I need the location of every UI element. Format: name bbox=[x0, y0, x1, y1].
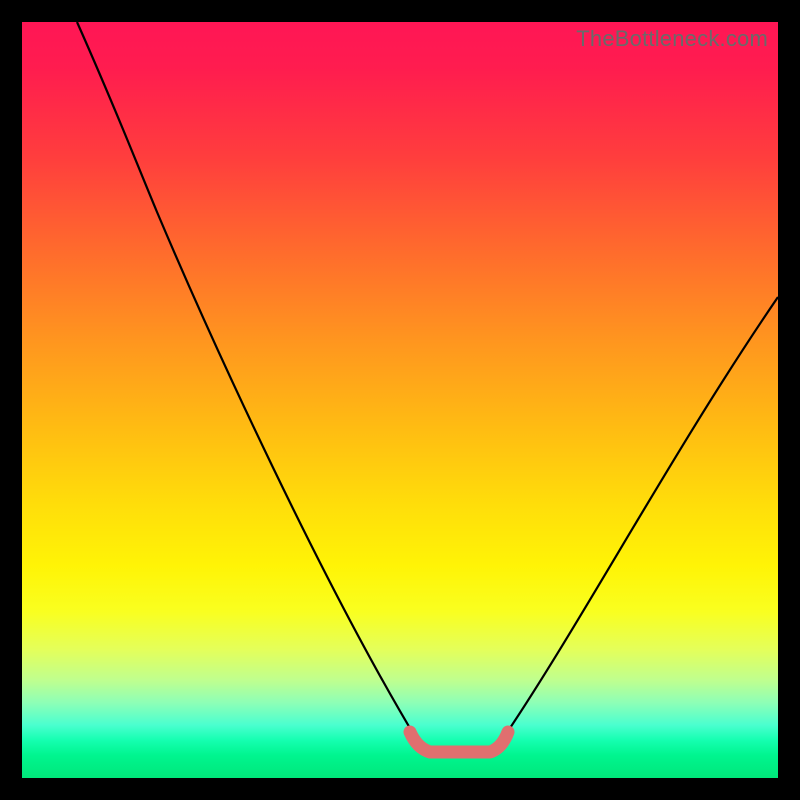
bottleneck-curve-left bbox=[77, 22, 417, 740]
chart-curves bbox=[22, 22, 778, 778]
flat-bottom-marker bbox=[410, 732, 508, 752]
chart-plot-area: TheBottleneck.com bbox=[22, 22, 778, 778]
bottleneck-curve-right bbox=[502, 297, 778, 740]
chart-frame: TheBottleneck.com bbox=[0, 0, 800, 800]
